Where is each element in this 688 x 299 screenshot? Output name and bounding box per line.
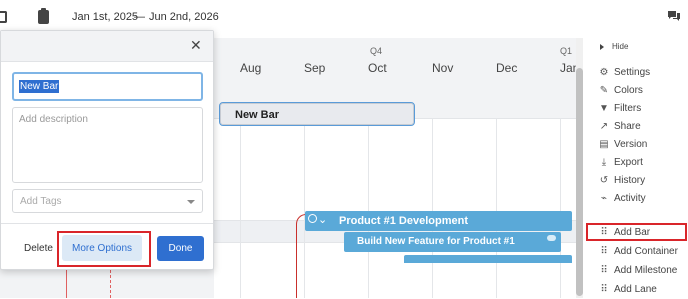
container-bar[interactable]: ⌄ Product #1 Development (305, 211, 572, 231)
sidebar-item-filters[interactable]: ▼ Filters (598, 100, 641, 116)
add-bar-highlight (586, 223, 687, 241)
sidebar-item-colors[interactable]: ✎ Colors (598, 82, 643, 98)
description-placeholder: Add description (19, 114, 88, 125)
download-icon: ⤓ (601, 156, 607, 168)
dependency-handle-icon[interactable] (308, 214, 317, 223)
dependency-line (66, 270, 67, 298)
archive-icon: ▤ (599, 138, 609, 150)
month-label: Sep (304, 61, 326, 75)
bar-edit-popup: ✕ New Bar Add description Add Tags Delet… (0, 30, 214, 270)
description-field[interactable]: Add description (12, 107, 203, 183)
chevron-down-icon (187, 200, 195, 204)
bar-name-input[interactable]: New Bar (12, 72, 203, 101)
comment-icon[interactable] (547, 235, 556, 241)
sidebar-item-label: Colors (614, 84, 643, 96)
history-icon: ↺ (599, 174, 609, 186)
month-label: Oct (368, 61, 387, 75)
drag-handle-icon: ⠿ (600, 245, 608, 257)
month-label: Aug (240, 61, 262, 75)
new-bar-label: New Bar (235, 109, 280, 121)
chart-icon: ⌁ (600, 192, 608, 204)
hide-sidebar-button[interactable]: Hide (600, 42, 628, 51)
sidebar: Hide ⚙ Settings ✎ Colors ▼ Filters ↗ Sha… (586, 38, 688, 298)
sidebar-item-add-container[interactable]: ⠿ Add Container (598, 243, 678, 259)
lane-area (214, 118, 576, 221)
date-range-end[interactable]: Jun 2nd, 2026 (149, 11, 219, 23)
hide-label: Hide (612, 42, 629, 51)
more-options-highlight (57, 231, 151, 267)
close-icon[interactable]: ✕ (190, 37, 202, 54)
gridline (368, 118, 369, 298)
panel-toggle-icon[interactable] (0, 11, 7, 23)
popup-header (1, 31, 213, 62)
sidebar-item-add-milestone[interactable]: ⠿ Add Milestone (598, 262, 677, 278)
gridline (560, 118, 561, 298)
sidebar-item-label: Add Milestone (614, 264, 678, 276)
drag-handle-icon: ⠿ (600, 283, 608, 295)
sidebar-item-label: Add Lane (614, 283, 657, 295)
sidebar-item-label: Version (614, 138, 648, 150)
sidebar-item-version[interactable]: ▤ Version (598, 136, 647, 152)
quarter-label: Q4 (370, 46, 383, 56)
gridline (240, 118, 241, 298)
container-bar-label: Product #1 Development (339, 215, 468, 227)
sidebar-item-label: History (614, 174, 646, 186)
chevron-down-icon[interactable]: ⌄ (318, 213, 327, 226)
sidebar-item-activity[interactable]: ⌁ Activity (598, 190, 646, 206)
quarter-label: Q1 (560, 46, 573, 56)
month-label: Nov (432, 61, 454, 75)
feature-bar-label: Build New Feature for Product #1 (357, 236, 515, 247)
sidebar-item-label: Settings (614, 66, 651, 78)
delete-button[interactable]: Delete (24, 243, 53, 254)
comments-icon[interactable] (667, 10, 681, 22)
new-bar[interactable]: New Bar (219, 102, 415, 126)
tags-placeholder: Add Tags (20, 196, 62, 207)
share-icon: ↗ (599, 120, 609, 132)
sidebar-item-history[interactable]: ↺ History (598, 172, 645, 188)
month-label: Dec (496, 61, 518, 75)
sidebar-item-label: Share (614, 120, 641, 132)
sidebar-item-label: Add Container (614, 245, 678, 257)
date-range-separator: — (134, 11, 145, 23)
feature-bar[interactable]: Build New Feature for Product #1 (344, 232, 561, 252)
sidebar-item-share[interactable]: ↗ Share (598, 118, 641, 134)
sidebar-item-label: Activity (614, 192, 646, 204)
sidebar-item-export[interactable]: ⤓ Export (598, 154, 643, 170)
top-toolbar: Jan 1st, 2025 — Jun 2nd, 2026 (0, 0, 688, 34)
bar-name-value: New Bar (19, 80, 60, 93)
divider (1, 223, 213, 224)
sidebar-item-settings[interactable]: ⚙ Settings (598, 64, 651, 80)
sidebar-item-label: Filters (614, 102, 642, 114)
sidebar-item-label: Export (614, 156, 643, 168)
scrollbar-thumb[interactable] (576, 68, 583, 296)
gridline (432, 118, 433, 298)
timeline-bar[interactable] (404, 255, 572, 263)
vertical-scrollbar[interactable] (576, 38, 583, 298)
sidebar-item-add-lane[interactable]: ⠿ Add Lane (598, 281, 657, 297)
drag-handle-icon: ⠿ (600, 264, 608, 276)
gridline (496, 118, 497, 298)
date-range-start[interactable]: Jan 1st, 2025 (72, 11, 138, 23)
done-button[interactable]: Done (157, 236, 204, 261)
caret-right-icon (600, 43, 604, 50)
tags-select[interactable]: Add Tags (12, 189, 203, 213)
filter-icon: ▼ (599, 102, 609, 114)
clipboard-icon[interactable] (38, 8, 49, 24)
brush-icon: ✎ (599, 84, 609, 96)
gear-icon: ⚙ (599, 66, 609, 78)
